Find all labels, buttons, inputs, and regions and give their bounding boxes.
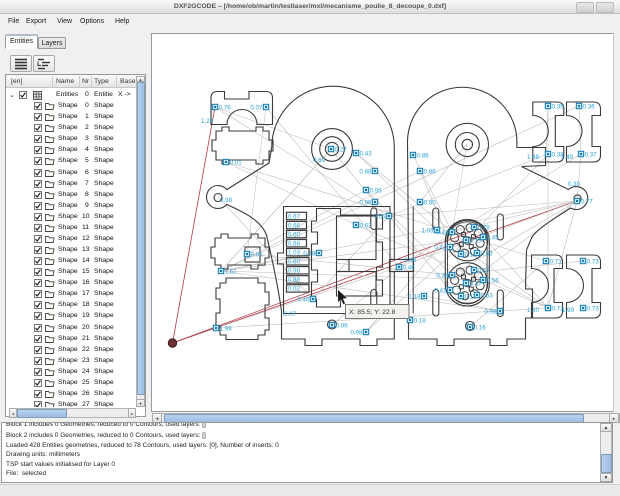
svg-text:0.86: 0.86	[417, 152, 430, 159]
svg-text:1.18: 1.18	[408, 293, 421, 300]
svg-text:0.01: 0.01	[230, 159, 243, 166]
svg-text:0.71: 0.71	[550, 258, 563, 265]
svg-text:0.68: 0.68	[288, 241, 301, 248]
svg-text:0.34: 0.34	[436, 272, 449, 279]
svg-text:0.07: 0.07	[250, 104, 263, 111]
svg-text:0.02: 0.02	[288, 286, 301, 293]
svg-text:0.47: 0.47	[470, 280, 483, 287]
svg-text:0.67: 0.67	[288, 213, 301, 220]
svg-text:1.03: 1.03	[421, 227, 434, 234]
svg-text:0.15: 0.15	[470, 237, 483, 244]
svg-text:0.88: 0.88	[404, 257, 417, 264]
svg-text:0.41: 0.41	[434, 287, 447, 294]
svg-text:1.61: 1.61	[225, 268, 238, 275]
svg-text:0.95: 0.95	[370, 187, 383, 194]
svg-text:0.96: 0.96	[359, 199, 372, 206]
svg-text:0.46: 0.46	[297, 296, 310, 303]
svg-text:0.60: 0.60	[288, 259, 301, 266]
svg-text:0.56: 0.56	[487, 277, 500, 284]
svg-text:0.73: 0.73	[587, 305, 600, 312]
svg-text:0.86: 0.86	[424, 168, 437, 175]
svg-text:0.41: 0.41	[434, 244, 447, 251]
svg-text:0.77: 0.77	[581, 198, 594, 205]
svg-text:0.30: 0.30	[568, 181, 581, 188]
svg-text:1.98: 1.98	[220, 325, 233, 332]
svg-text:0.35: 0.35	[552, 103, 565, 110]
svg-text:0.60: 0.60	[288, 231, 301, 238]
svg-text:0.98: 0.98	[288, 268, 301, 275]
svg-text:0.16: 0.16	[474, 324, 487, 331]
svg-text:0.36: 0.36	[583, 103, 596, 110]
svg-text:0.48: 0.48	[303, 250, 316, 257]
svg-text:0.06: 0.06	[336, 322, 349, 329]
svg-text:1.48: 1.48	[527, 154, 540, 161]
svg-text:0.46: 0.46	[403, 264, 416, 271]
svg-text:1.49: 1.49	[561, 154, 574, 161]
svg-text:0.69: 0.69	[313, 157, 326, 164]
svg-text:0.44: 0.44	[436, 229, 449, 236]
svg-text:X: 85.5; Y: 22.8: X: 85.5; Y: 22.8	[349, 309, 396, 316]
svg-text:1.99: 1.99	[562, 307, 575, 314]
svg-text:0.56: 0.56	[373, 213, 386, 220]
svg-text:0.63: 0.63	[481, 292, 494, 299]
svg-text:0.62: 0.62	[360, 222, 373, 229]
svg-text:0.98: 0.98	[484, 308, 497, 315]
svg-text:0.43: 0.43	[360, 150, 373, 157]
svg-text:0.45: 0.45	[487, 234, 500, 241]
svg-text:0.05: 0.05	[251, 251, 264, 258]
svg-text:0.98: 0.98	[350, 329, 363, 336]
svg-text:0.73: 0.73	[587, 258, 600, 265]
svg-text:0.37: 0.37	[585, 151, 598, 158]
svg-text:0.27: 0.27	[335, 146, 348, 153]
svg-text:0.18: 0.18	[414, 317, 427, 324]
svg-text:1.03: 1.03	[288, 250, 301, 257]
svg-text:0.57: 0.57	[478, 267, 491, 274]
svg-text:0.98: 0.98	[220, 197, 233, 204]
svg-text:0.76: 0.76	[219, 104, 232, 111]
svg-text:0.88: 0.88	[359, 168, 372, 175]
svg-text:0.88: 0.88	[288, 277, 301, 284]
svg-text:0.79: 0.79	[478, 224, 491, 231]
svg-text:C.07: C.07	[283, 311, 297, 318]
svg-text:0.80: 0.80	[424, 199, 437, 206]
svg-text:1.28: 1.28	[201, 118, 214, 125]
svg-text:0.63: 0.63	[481, 250, 494, 257]
svg-text:1.30: 1.30	[527, 307, 540, 314]
svg-text:0.66: 0.66	[288, 222, 301, 229]
